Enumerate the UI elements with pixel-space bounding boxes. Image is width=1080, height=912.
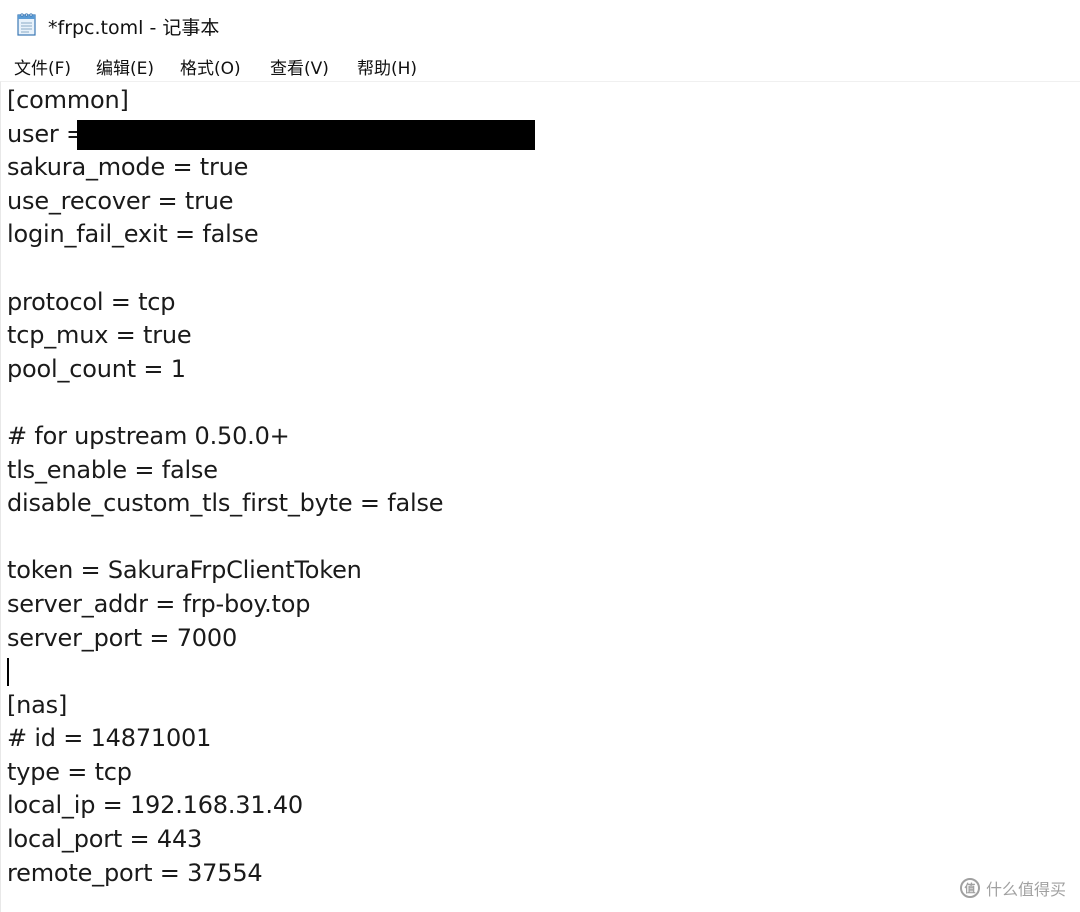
editor-line: [common] (7, 86, 129, 114)
menu-bar: 文件(F) 编辑(E) 格式(O) 查看(V) 帮助(H) (0, 48, 1080, 80)
editor-line: protocol = tcp (7, 287, 176, 316)
editor-line: # for upstream 0.50.0+ (7, 421, 290, 450)
editor-line: remote_port = 37554 (7, 858, 263, 887)
smzdm-logo-icon: 值 (959, 878, 980, 898)
menu-view[interactable]: 查看(V) (268, 54, 331, 79)
notepad-icon (16, 12, 38, 36)
editor-line: use_recover = true (7, 186, 234, 215)
editor-content[interactable]: [common] user = sakura_mode = true use_rec… (7, 84, 1080, 890)
editor-line: login_fail_exit = false (7, 220, 259, 249)
editor-line: local_ip = 192.168.31.40 (7, 791, 303, 820)
editor-line: sakura_mode = true (7, 153, 249, 182)
editor-line: tcp_mux = true (7, 321, 192, 350)
editor-line: pool_count = 1 (7, 354, 186, 383)
menu-format[interactable]: 格式(O) (178, 54, 243, 79)
notepad-window: *frpc.toml - 记事本 文件(F) 编辑(E) 格式(O) 查看(V)… (0, 0, 1080, 912)
text-caret (7, 658, 9, 687)
editor-line: disable_custom_tls_first_byte = false (7, 489, 444, 518)
editor-line: tls_enable = false (7, 455, 218, 484)
editor-line: [nas] (7, 690, 68, 719)
redaction-bar (77, 119, 535, 150)
menu-file[interactable]: 文件(F) (12, 54, 73, 79)
menu-help[interactable]: 帮助(H) (355, 54, 419, 79)
editor-line: token = SakuraFrpClientToken (7, 556, 362, 585)
editor-line: server_port = 7000 (7, 623, 238, 652)
editor-line: user = (7, 118, 1080, 152)
editor-line: # id = 14871001 (7, 724, 212, 753)
watermark-text: 什么值得买 (985, 880, 1066, 899)
window-title: *frpc.toml - 记事本 (48, 17, 220, 39)
editor-line: type = tcp (7, 757, 132, 786)
editor-line: server_addr = frp-boy.top (7, 589, 311, 618)
editor-line: local_port = 443 (7, 825, 203, 854)
watermark: 值 什么值得买 (959, 876, 1066, 900)
title-bar[interactable]: *frpc.toml - 记事本 (0, 0, 1080, 48)
editor-line (7, 655, 1080, 689)
text-editor-area[interactable]: [common] user = sakura_mode = true use_rec… (0, 81, 1080, 912)
menu-edit[interactable]: 编辑(E) (94, 54, 156, 79)
